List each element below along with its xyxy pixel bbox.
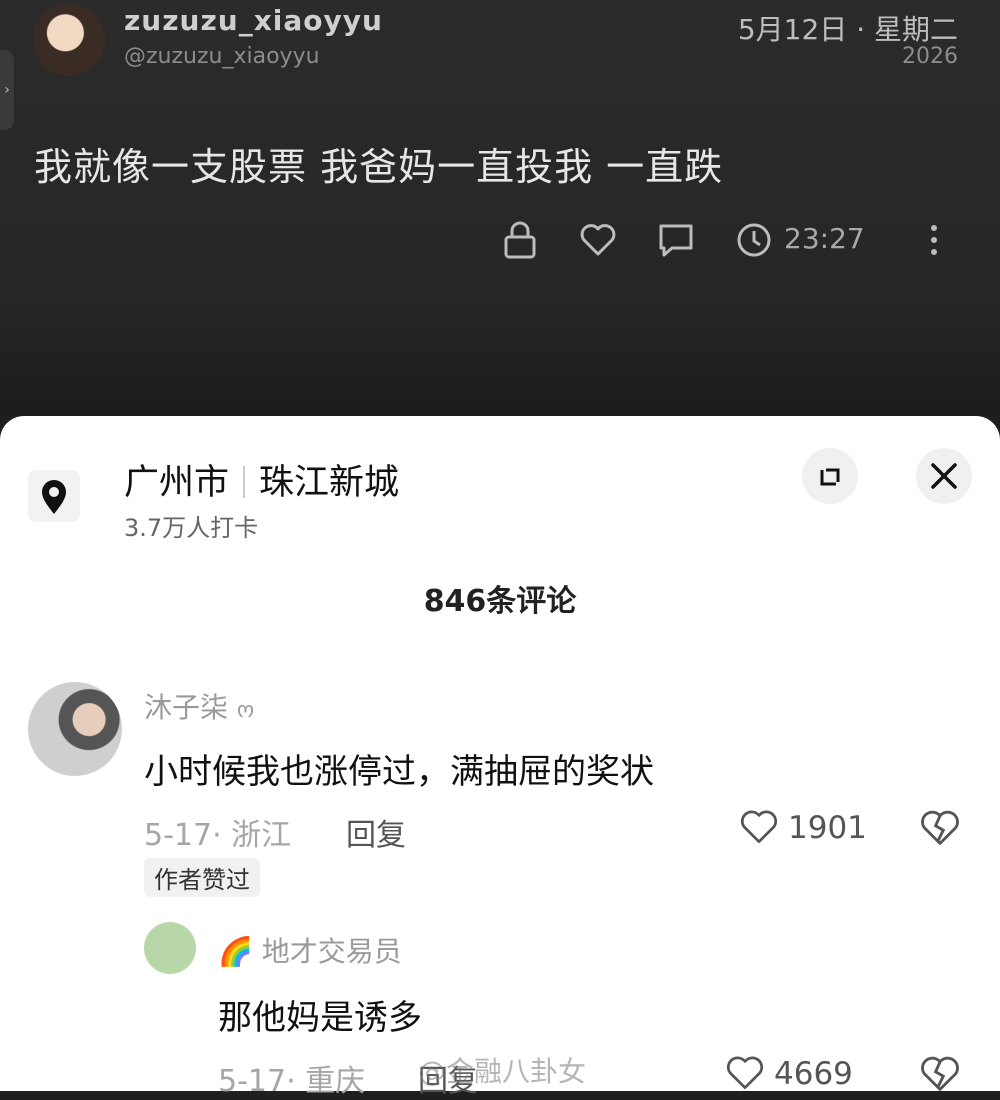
comment-text: 那他妈是诱多 (218, 998, 422, 1038)
rainbow-icon: 🌈 (218, 935, 253, 968)
comment-meta: 5-17· 浙江 (144, 818, 292, 853)
watermark: @金融八卦女 (418, 1055, 587, 1088)
comment-author[interactable]: 🌈 地才交易员 (218, 930, 402, 970)
heart-icon[interactable] (738, 806, 780, 848)
location-pin-icon (28, 470, 80, 522)
comment-text: 小时候我也涨停过，满抽屉的奖状 (144, 752, 654, 792)
post-handle: @zuzuzu_xiaoyyu (124, 44, 320, 69)
comment-count: 846条评论 (423, 584, 577, 619)
post-year: 2026 (902, 44, 958, 69)
close-button[interactable] (916, 448, 972, 504)
comment-author[interactable]: 沐子柒 ო (144, 686, 254, 726)
comment-author-name: 沐子柒 (144, 691, 229, 724)
heart-icon[interactable] (724, 1052, 766, 1094)
location-area: 珠江新城 (259, 463, 400, 503)
author-liked-badge: 作者赞过 (144, 858, 260, 897)
dislike-icon[interactable] (918, 806, 962, 850)
comment-author-suffix: ო (236, 698, 255, 723)
avatar[interactable] (33, 4, 105, 76)
post-text: 我就像一支股票 我爸妈一直投我 一直跌 (34, 145, 724, 189)
post-date: 5月12日 · 星期二 (737, 13, 958, 46)
like-count: 4669 (774, 1056, 853, 1092)
comment-icon[interactable] (656, 220, 696, 260)
divider (243, 466, 246, 498)
location-title[interactable]: 广州市 珠江新城 (124, 454, 399, 505)
avatar[interactable] (28, 682, 122, 776)
reply-button[interactable]: 回复 (346, 810, 406, 854)
checkin-count: 3.7万人打卡 (124, 514, 259, 542)
post-username[interactable]: zuzuzu_xiaoyyu (124, 4, 383, 37)
avatar[interactable] (144, 922, 196, 974)
post-card: › zuzuzu_xiaoyyu @zuzuzu_xiaoyyu 5月12日 ·… (0, 0, 1000, 416)
clock-icon (737, 223, 771, 257)
more-icon[interactable] (914, 220, 954, 260)
location-city: 广州市 (124, 463, 230, 503)
dislike-icon[interactable] (918, 1052, 962, 1096)
comment-meta: 5-17· 重庆 (218, 1064, 366, 1099)
heart-icon[interactable] (578, 220, 618, 260)
lock-icon[interactable] (500, 220, 540, 260)
post-time: 23:27 (784, 222, 865, 255)
chevron-right-icon[interactable]: › (0, 50, 14, 130)
expand-button[interactable] (802, 448, 858, 504)
like-count: 1901 (788, 810, 867, 846)
comment-sheet: 广州市 珠江新城 3.7万人打卡 846条评论 沐子柒 ო 小时候我也涨停过，满抽… (0, 416, 1000, 1099)
comment-author-name: 地才交易员 (261, 935, 402, 968)
